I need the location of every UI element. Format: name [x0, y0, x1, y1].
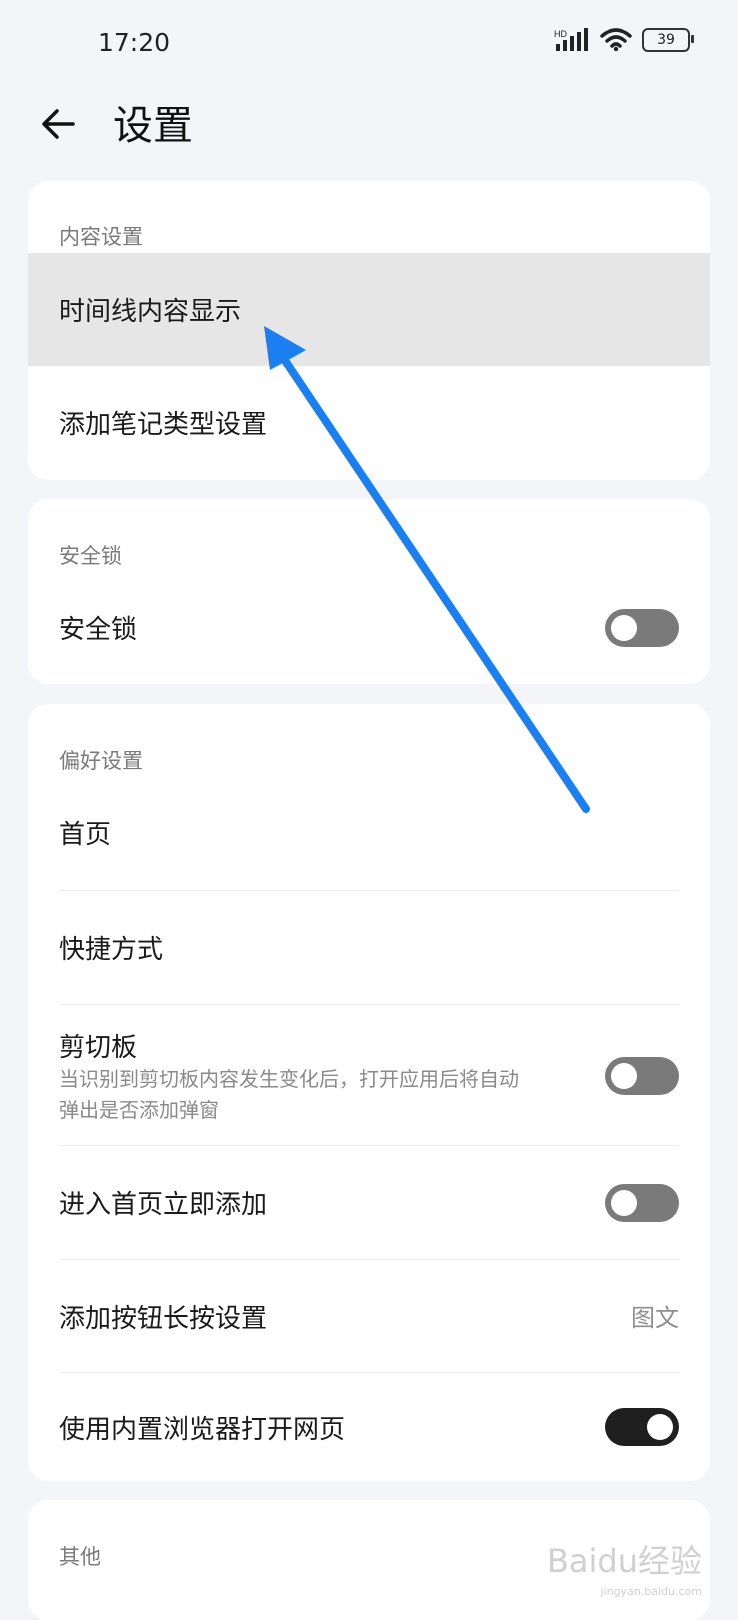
clipboard-item[interactable]: 剪切板 当识别到剪切板内容发生变化后，打开应用后将自动弹出是否添加弹窗 [28, 1005, 710, 1145]
security-lock-item[interactable]: 安全锁 [28, 571, 710, 684]
item-description: 当识别到剪切板内容发生变化后，打开应用后将自动弹出是否添加弹窗 [59, 1067, 519, 1122]
item-label: 首页 [59, 820, 112, 850]
timeline-content-display-item[interactable]: 时间线内容显示 [28, 253, 710, 366]
builtin-browser-toggle[interactable] [605, 1408, 679, 1446]
security-lock-toggle[interactable] [605, 609, 679, 647]
app-header: 设置 [0, 88, 738, 188]
page-title: 设置 [113, 103, 193, 149]
status-icons: HD 39 [554, 28, 694, 52]
builtin-browser-item[interactable]: 使用内置浏览器打开网页 [28, 1373, 710, 1481]
note-type-settings-item[interactable]: 添加笔记类型设置 [28, 366, 710, 480]
wifi-icon [600, 28, 632, 52]
watermark-logo: Baidu经验 [546, 1542, 702, 1580]
item-label: 剪切板 [59, 1033, 138, 1063]
back-button[interactable] [34, 100, 82, 148]
signal-icon: HD [554, 28, 588, 51]
content-settings-card: 内容设置 时间线内容显示 添加笔记类型设置 [28, 181, 710, 480]
homepage-item[interactable]: 首页 [28, 776, 710, 890]
item-label: 安全锁 [59, 615, 138, 645]
battery-level: 39 [657, 32, 675, 48]
section-title-content: 内容设置 [59, 225, 143, 249]
item-label: 添加笔记类型设置 [59, 410, 268, 440]
battery-icon: 39 [642, 28, 694, 52]
item-label: 添加按钮长按设置 [59, 1304, 268, 1334]
enter-home-add-toggle[interactable] [605, 1184, 679, 1222]
item-label: 使用内置浏览器打开网页 [59, 1415, 346, 1445]
toggle-knob [611, 1063, 637, 1089]
section-title-preferences: 偏好设置 [59, 749, 143, 773]
preferences-card: 偏好设置 首页 快捷方式 剪切板 当识别到剪切板内容发生变化后，打开应用后将自动… [28, 704, 710, 1481]
network-label: HD [554, 29, 567, 39]
item-label: 快捷方式 [59, 935, 164, 965]
item-value: 图文 [631, 1304, 679, 1332]
item-label: 进入首页立即添加 [59, 1190, 268, 1220]
status-time: 17:20 [98, 28, 171, 57]
toggle-knob [647, 1414, 673, 1440]
add-button-longpress-item[interactable]: 添加按钮长按设置 图文 [28, 1260, 710, 1372]
enter-home-add-item[interactable]: 进入首页立即添加 [28, 1146, 710, 1259]
item-label: 时间线内容显示 [59, 297, 242, 327]
toggle-knob [611, 615, 637, 641]
section-title-other: 其他 [59, 1545, 101, 1569]
clipboard-toggle[interactable] [605, 1057, 679, 1095]
watermark-url: jingyan.baidu.com [600, 1585, 702, 1598]
status-bar: 17:20 HD 39 [0, 0, 738, 88]
section-title-security: 安全锁 [59, 544, 122, 568]
shortcuts-item[interactable]: 快捷方式 [28, 891, 710, 1004]
back-arrow-icon [42, 109, 75, 139]
toggle-knob [611, 1190, 637, 1216]
security-card: 安全锁 安全锁 [28, 499, 710, 684]
